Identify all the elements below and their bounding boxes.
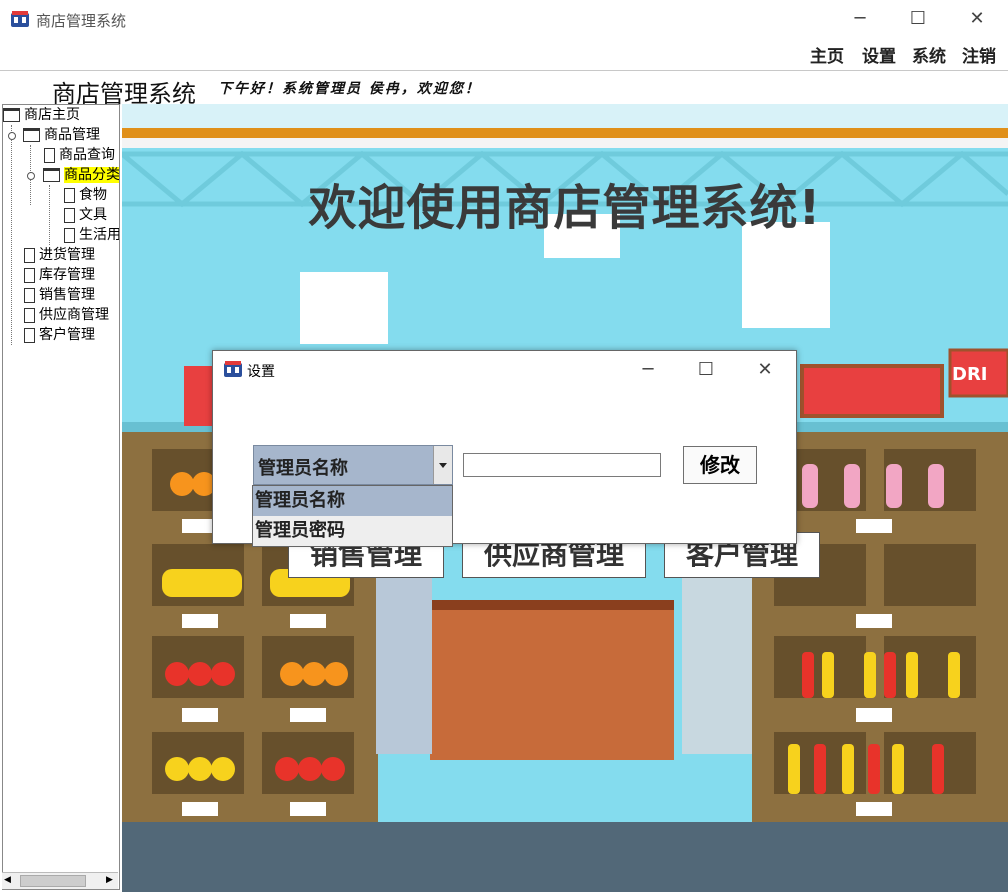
field-select[interactable]: 管理员名称 xyxy=(253,445,453,485)
tree-item-daily-goods[interactable]: 生活用品 xyxy=(64,225,119,245)
divider xyxy=(0,70,1008,71)
tree-item-supplier[interactable]: 供应商管理 xyxy=(24,305,109,325)
modify-button[interactable]: 修改 xyxy=(683,446,757,484)
dialog-title: 设置 xyxy=(247,364,275,380)
dialog-minimize-button[interactable]: ─ xyxy=(633,357,663,383)
dropdown-arrow-button[interactable] xyxy=(433,446,452,484)
field-select-value: 管理员名称 xyxy=(258,458,348,479)
scroll-left-icon[interactable]: ◀ xyxy=(4,875,14,885)
tree-item-purchase[interactable]: 进货管理 xyxy=(24,245,95,265)
document-icon xyxy=(64,187,75,203)
folder-open-icon xyxy=(43,168,60,182)
menu-logout[interactable]: 注销 xyxy=(962,42,996,67)
tree-item-goods-query[interactable]: 商品查询 xyxy=(44,145,115,165)
app-icon xyxy=(11,11,29,27)
window-title: 商店管理系统 xyxy=(36,12,127,30)
expand-handle[interactable] xyxy=(27,172,35,180)
horizontal-scrollbar[interactable]: ◀ ▶ xyxy=(2,872,118,889)
document-icon xyxy=(44,147,55,163)
scroll-right-icon[interactable]: ▶ xyxy=(106,875,116,885)
scene-title: 欢迎使用商店管理系统! xyxy=(308,180,822,236)
document-icon xyxy=(24,307,35,323)
value-input[interactable] xyxy=(463,453,661,477)
scrollbar-thumb[interactable] xyxy=(20,875,86,887)
document-icon xyxy=(64,227,75,243)
option-admin-name[interactable]: 管理员名称 xyxy=(253,486,452,516)
field-dropdown-list: 管理员名称 管理员密码 xyxy=(252,485,453,547)
menu-system[interactable]: 系统 xyxy=(912,42,946,67)
menu-settings[interactable]: 设置 xyxy=(862,42,896,67)
document-icon xyxy=(64,207,75,223)
menu-home[interactable]: 主页 xyxy=(810,42,844,67)
document-icon xyxy=(24,327,35,343)
minimize-button[interactable]: ─ xyxy=(845,6,875,32)
folder-open-icon xyxy=(23,128,40,142)
tree-item-stationery[interactable]: 文具 xyxy=(64,205,107,225)
dialog-maximize-button[interactable]: ☐ xyxy=(691,357,721,383)
option-admin-password[interactable]: 管理员密码 xyxy=(253,516,452,546)
expand-handle[interactable] xyxy=(8,132,16,140)
document-icon xyxy=(24,287,35,303)
drink-sign: DRI xyxy=(952,364,988,385)
document-icon xyxy=(24,247,35,263)
app-icon xyxy=(224,361,242,377)
tree-item-inventory[interactable]: 库存管理 xyxy=(24,265,95,285)
tree-item-goods-category[interactable]: 商品分类 xyxy=(43,165,119,185)
folder-open-icon xyxy=(3,108,20,122)
close-button[interactable]: ✕ xyxy=(962,6,992,32)
tree-item-customer[interactable]: 客户管理 xyxy=(24,325,95,345)
tree-item-sales[interactable]: 销售管理 xyxy=(24,285,95,305)
tree-item-home[interactable]: 商店主页 xyxy=(3,105,80,125)
maximize-button[interactable]: ☐ xyxy=(903,6,933,32)
navigation-tree: 商店主页 商品管理 商品查询 商品分类 食物 文具 生活用品 进货管理 库存管理… xyxy=(2,104,120,890)
dialog-close-button[interactable]: ✕ xyxy=(750,357,780,383)
document-icon xyxy=(24,267,35,283)
title-bar: 商店管理系统 ─ ☐ ✕ xyxy=(0,0,1008,38)
tree-item-food[interactable]: 食物 xyxy=(64,185,107,205)
chevron-down-icon xyxy=(439,463,447,468)
tree-item-goods[interactable]: 商品管理 xyxy=(23,125,100,145)
greeting-text: 下午好！系统管理员 侯冉，欢迎您！ xyxy=(218,81,481,97)
